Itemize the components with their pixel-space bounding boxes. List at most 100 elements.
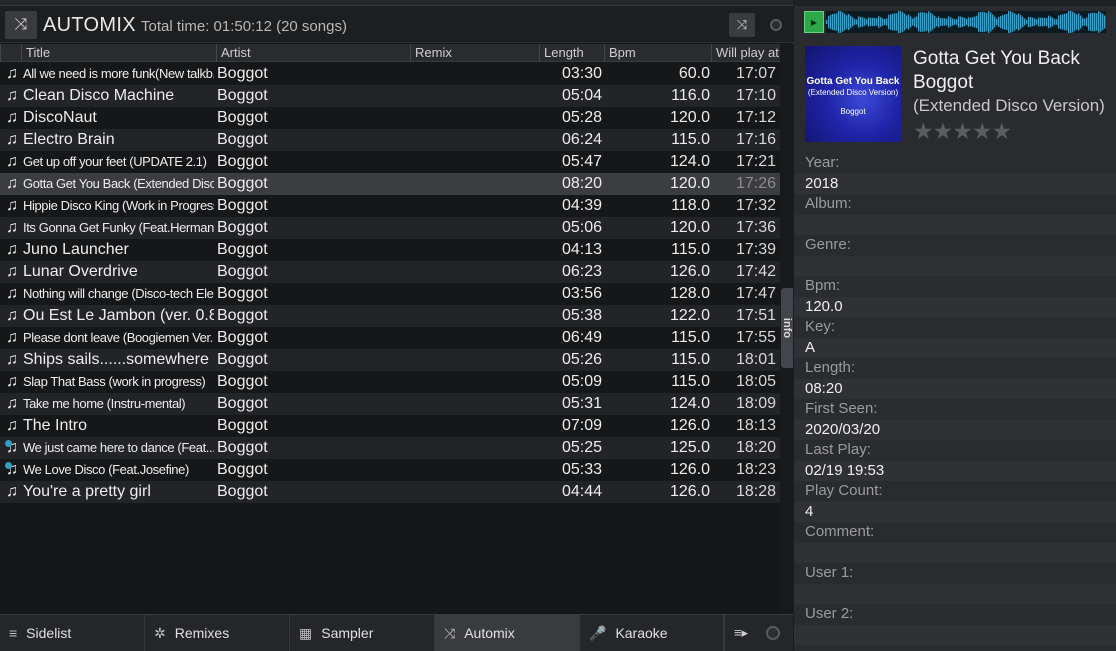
waveform-bar bbox=[1038, 17, 1040, 27]
waveform-bar bbox=[1068, 11, 1070, 33]
field-label: User 2: bbox=[805, 605, 854, 622]
row-bpm: 115.0 bbox=[671, 329, 710, 346]
waveform-bar bbox=[1004, 14, 1006, 30]
waveform-bar bbox=[978, 12, 980, 32]
star-icon[interactable]: ★ bbox=[992, 118, 1013, 144]
table-row[interactable]: ♫ All we need is more funk(New talkb... Bo… bbox=[0, 63, 780, 85]
table-row[interactable]: ♫ The Intro Boggot 07:09 126.0 18:13 bbox=[0, 415, 780, 437]
field-value[interactable]: 2018 bbox=[794, 173, 1116, 194]
table-row[interactable]: ♫ Lunar Overdrive Boggot 06:23 126.0 17:42 bbox=[0, 261, 780, 283]
waveform-bar bbox=[964, 17, 966, 27]
star-icon[interactable]: ★ bbox=[952, 118, 973, 144]
waveform-bar bbox=[976, 15, 978, 29]
options-dot-button[interactable] bbox=[770, 19, 782, 31]
waveform-bar bbox=[1094, 12, 1096, 32]
waveform-bar bbox=[1078, 13, 1080, 31]
info-tab-button[interactable]: info bbox=[781, 288, 793, 368]
table-row[interactable]: ♫ Its Gonna Get Funky (Feat.Herman... Bogg… bbox=[0, 217, 780, 239]
field-value[interactable] bbox=[794, 624, 1116, 645]
waveform-bar bbox=[834, 13, 836, 31]
column-artist[interactable]: Artist bbox=[216, 44, 410, 62]
waveform-bar bbox=[908, 14, 910, 30]
table-row[interactable]: ♫ DiscoNaut Boggot 05:28 120.0 17:12 bbox=[0, 107, 780, 129]
table-row[interactable]: ♫ Slap That Bass (work in progress) Boggot… bbox=[0, 371, 780, 393]
waveform-bar bbox=[1022, 16, 1024, 28]
row-bpm: 60.0 bbox=[678, 65, 710, 82]
field-value[interactable]: 08:20 bbox=[794, 378, 1116, 399]
tab-karaoke[interactable]: 🎤 Karaoke bbox=[580, 615, 724, 651]
table-row[interactable]: ♫ Hippie Disco King (Work in Progress) Bog… bbox=[0, 195, 780, 217]
row-will-play-at: 18:13 bbox=[735, 417, 776, 434]
field-value[interactable]: A bbox=[794, 337, 1116, 358]
waveform-bar bbox=[1042, 17, 1044, 27]
row-bpm: 118.0 bbox=[671, 197, 710, 214]
field-value[interactable] bbox=[794, 214, 1116, 235]
shuffle-icon[interactable]: ⤨ bbox=[5, 11, 37, 39]
waveform-bar bbox=[992, 14, 994, 30]
music-note-icon: ♫ bbox=[6, 285, 18, 302]
table-row[interactable]: ♫ Gotta Get You Back (Extended Disco V Bog… bbox=[0, 173, 780, 195]
row-length: 05:04 bbox=[561, 87, 602, 104]
waveform-preview[interactable] bbox=[826, 11, 1106, 33]
play-button[interactable]: ▶ bbox=[804, 11, 824, 33]
column-icon[interactable] bbox=[0, 44, 21, 62]
row-will-play-at: 17:21 bbox=[735, 153, 776, 170]
row-title: We Love Disco (Feat.Josefine) bbox=[23, 462, 189, 477]
tab-sampler[interactable]: ▦ Sampler bbox=[290, 615, 435, 651]
table-row[interactable]: ♫ You're a pretty girl Boggot 04:44 126.0 18:… bbox=[0, 481, 780, 503]
row-title: Clean Disco Machine bbox=[23, 87, 175, 104]
row-bpm: 115.0 bbox=[671, 131, 710, 148]
row-will-play-at: 17:55 bbox=[735, 329, 776, 346]
row-artist: Boggot bbox=[217, 307, 268, 324]
table-row[interactable]: ♫ Electro Brain Boggot 06:24 115.0 17:16 bbox=[0, 129, 780, 151]
waveform-bar bbox=[956, 19, 958, 25]
tab-remixes[interactable]: ✲ Remixes bbox=[145, 615, 290, 651]
field-value[interactable] bbox=[794, 542, 1116, 563]
column-will-play-at[interactable]: Will play at bbox=[711, 44, 780, 62]
rating-stars[interactable]: ★★★★★ bbox=[913, 118, 1013, 145]
table-row[interactable]: ♫ Get up off your feet (UPDATE 2.1) Boggot… bbox=[0, 151, 780, 173]
field-value[interactable] bbox=[794, 255, 1116, 276]
table-row[interactable]: ♫ Nothing will change (Disco-tech Ele... B… bbox=[0, 283, 780, 305]
waveform-bar bbox=[854, 19, 856, 25]
waveform-bar bbox=[1030, 17, 1032, 27]
shuffle-button[interactable]: ⤨ bbox=[729, 13, 755, 37]
field-value[interactable]: 4 bbox=[794, 501, 1116, 522]
field-value[interactable]: 2020/03/20 bbox=[794, 419, 1116, 440]
field-value[interactable] bbox=[794, 583, 1116, 604]
star-icon[interactable]: ★ bbox=[933, 118, 954, 144]
field-value[interactable]: 02/19 19:53 bbox=[794, 460, 1116, 481]
field-value[interactable]: 120.0 bbox=[794, 296, 1116, 317]
waveform-bar bbox=[878, 16, 880, 28]
row-will-play-at: 17:16 bbox=[735, 131, 776, 148]
row-bpm: 124.0 bbox=[669, 153, 710, 170]
column-length[interactable]: Length bbox=[539, 44, 604, 62]
star-icon[interactable]: ★ bbox=[972, 118, 993, 144]
waveform-bar bbox=[906, 15, 908, 29]
table-row[interactable]: ♫ We Love Disco (Feat.Josefine) Boggot 05:3… bbox=[0, 459, 780, 481]
music-note-icon: ♫ bbox=[5, 439, 18, 456]
waveform-bar bbox=[920, 12, 922, 32]
options-dot-button[interactable] bbox=[766, 626, 780, 640]
waveform-bar bbox=[912, 18, 914, 26]
table-row[interactable]: ♫ Take me home (Instru-mental) Boggot 05:31… bbox=[0, 393, 780, 415]
table-row[interactable]: ♫ Please dont leave (Boogiemen Ver... Bogg… bbox=[0, 327, 780, 349]
waveform-bar bbox=[998, 17, 1000, 27]
table-row[interactable]: ♫ Clean Disco Machine Boggot 05:04 116.0 17:1… bbox=[0, 85, 780, 107]
tab-sidelist[interactable]: ≡ Sidelist bbox=[0, 615, 145, 651]
tab-automix[interactable]: ⤨ Automix bbox=[435, 615, 580, 651]
waveform-bar bbox=[846, 15, 848, 29]
row-length: 06:49 bbox=[561, 329, 602, 346]
table-row[interactable]: ♫ We just came here to dance (Feat.... Bog… bbox=[0, 437, 780, 459]
send-to-list-button[interactable]: ≡▸ bbox=[724, 615, 757, 651]
column-remix[interactable]: Remix bbox=[410, 44, 539, 62]
column-bpm[interactable]: Bpm bbox=[604, 44, 711, 62]
table-row[interactable]: ♫ Juno Launcher Boggot 04:13 115.0 17:39 bbox=[0, 239, 780, 261]
track-title: Gotta Get You Back bbox=[913, 48, 1080, 69]
row-bpm: 125.0 bbox=[669, 439, 710, 456]
table-row[interactable]: ♫ Ou Est Le Jambon (ver. 0.8) Boggot 05:38 1… bbox=[0, 305, 780, 327]
column-title[interactable]: Title bbox=[21, 44, 216, 62]
star-icon[interactable]: ★ bbox=[913, 118, 934, 144]
music-note-icon: ♫ bbox=[6, 307, 18, 324]
table-row[interactable]: ♫ Ships sails......somewhere Boggot 05:26 11… bbox=[0, 349, 780, 371]
